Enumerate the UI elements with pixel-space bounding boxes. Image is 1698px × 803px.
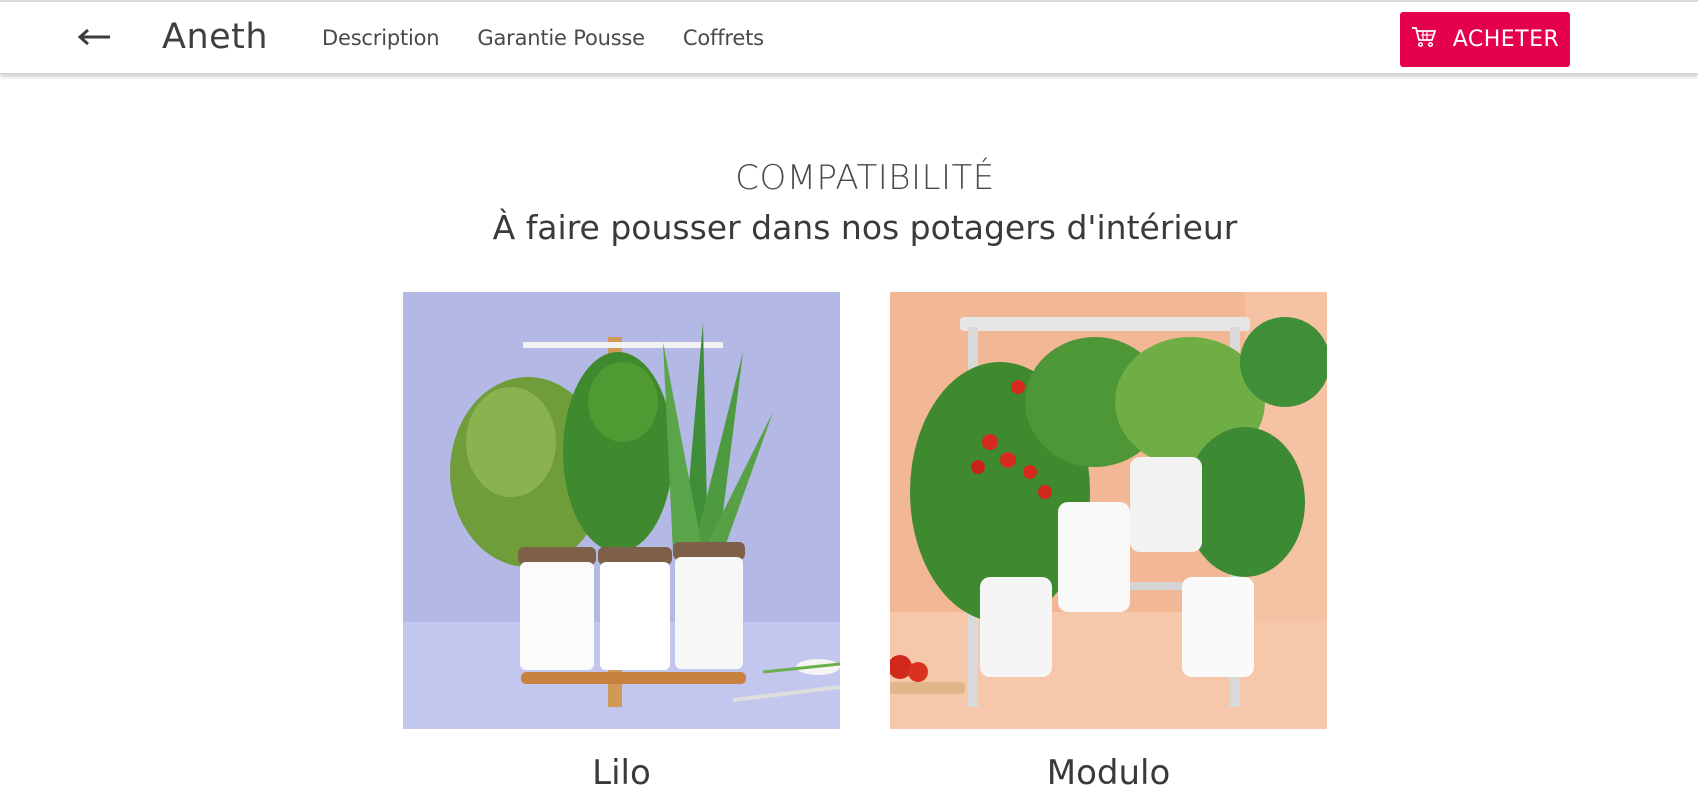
shopping-cart-icon bbox=[1411, 26, 1436, 47]
section-title: À faire pousser dans nos potagers d'inté… bbox=[492, 208, 1238, 247]
nav-link-coffrets[interactable]: Coffrets bbox=[683, 24, 764, 52]
product-card-modulo[interactable]: Modulo bbox=[890, 292, 1327, 793]
nav-link-description[interactable]: Description bbox=[322, 24, 440, 52]
section-nav: Description Garantie Pousse Coffrets bbox=[322, 24, 764, 52]
buy-button-label: ACHETER bbox=[1452, 27, 1560, 52]
product-name-lilo[interactable]: Lilo bbox=[403, 753, 840, 793]
product-name-modulo[interactable]: Modulo bbox=[890, 753, 1327, 793]
buy-button[interactable]: ACHETER bbox=[1400, 12, 1570, 67]
modulo-product-image[interactable] bbox=[890, 292, 1327, 729]
lilo-product-image[interactable] bbox=[403, 292, 840, 729]
nav-link-garantie-pousse[interactable]: Garantie Pousse bbox=[477, 24, 645, 52]
top-navbar: Aneth Description Garantie Pousse Coffre… bbox=[0, 2, 1698, 74]
section-kicker: COMPATIBILITÉ bbox=[735, 158, 995, 198]
back-button[interactable] bbox=[74, 20, 114, 54]
product-card-lilo[interactable]: Lilo bbox=[403, 292, 840, 793]
arrow-left-icon bbox=[77, 28, 110, 46]
page-title: Aneth bbox=[162, 17, 269, 57]
